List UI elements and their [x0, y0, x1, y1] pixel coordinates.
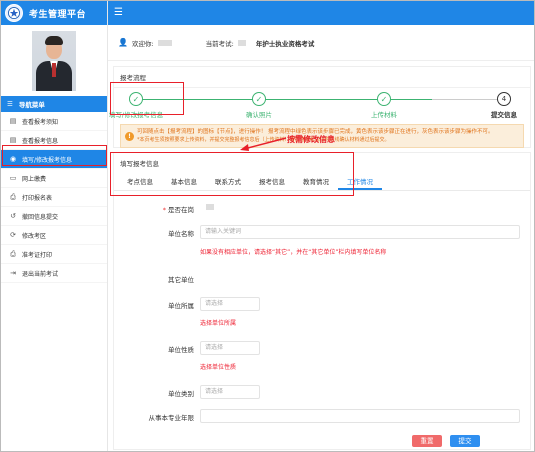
undo-icon: ↺ [10, 212, 16, 220]
unit-belong-hint: 选择单位所属 [200, 320, 237, 327]
avatar [32, 30, 76, 91]
unit-name-label: 单位名称 [168, 230, 194, 238]
unit-name-input[interactable]: 请输入关键词 [200, 225, 520, 239]
menu-toggle-icon[interactable]: ☰ [114, 7, 123, 18]
highlight-form-tabs [110, 152, 354, 196]
nav-menu-title: 导航菜单 [18, 101, 45, 109]
exit-icon: ⇥ [10, 269, 16, 277]
nav-menu-header: ☰ 导航菜单 [1, 96, 107, 112]
sidebar-item-label: 修改考区 [22, 232, 47, 240]
brand-bar: 考生管理平台 [1, 1, 107, 25]
sidebar-item-payment[interactable]: ▭ 网上缴费 [1, 169, 107, 188]
payment-icon: ▭ [9, 174, 17, 182]
sidebar-item-print-form[interactable]: ⎙ 打印报名表 [1, 188, 107, 207]
sidebar-item-label: 查看报考信息 [22, 137, 59, 145]
emblem-icon [5, 4, 23, 22]
years-label: 从事本专业年限 [148, 414, 195, 422]
warning-icon: ! [125, 132, 134, 141]
sidebar-item-print-ticket[interactable]: ⎙ 准考证打印 [1, 245, 107, 264]
current-exam-label: 当前考试: [205, 39, 234, 48]
printer-icon: ⎙ [10, 249, 16, 258]
form-card: 填写报考信息 考点信息 基本信息 联系方式 报考信息 教育情况 工作情况 * 是否… [113, 152, 531, 450]
unit-type-select[interactable]: 请选择 [200, 385, 260, 399]
exam-year-redacted [237, 39, 246, 46]
step-4[interactable]: 4 提交信息 [469, 92, 535, 119]
unit-name-hint: 如果没有相应单位，请选择“其它”，并在“其它单位”栏内填写单位名称 [200, 249, 387, 256]
sidebar-item-label: 查看报考须知 [22, 118, 59, 126]
username-redacted [157, 39, 172, 46]
sidebar-item-label: 打印报名表 [22, 194, 53, 202]
step-2[interactable]: ✓ 确认照片 [224, 92, 294, 119]
highlight-sidebar-item [2, 145, 107, 166]
unit-type-label: 单位类别 [168, 390, 194, 398]
check-icon: ✓ [377, 92, 391, 106]
sidebar-item-label: 退出当前考试 [22, 270, 59, 278]
unit-nature-hint: 选择单位性质 [200, 364, 237, 371]
sidebar-item-view-notice[interactable]: ▤ 查看报考须知 [1, 112, 107, 131]
unit-nature-select[interactable]: 请选择 [200, 341, 260, 355]
sidebar: 考生管理平台 ☰ 导航菜单 ▤ 查看报考须知 ▤ 查看报考信息 ◉ 填写/修改报… [1, 1, 108, 451]
menu-icon: ☰ [7, 100, 13, 108]
sidebar-item-label: 准考证打印 [22, 251, 53, 259]
annotation-text: 按需修改信息 [287, 135, 335, 144]
sidebar-item-withdraw[interactable]: ↺ 撤回信息提交 [1, 207, 107, 226]
check-icon: ✓ [252, 92, 266, 106]
on-duty-value-redacted[interactable] [206, 204, 214, 210]
welcome-label: 欢迎你: [131, 39, 154, 48]
step-3[interactable]: ✓ 上传材料 [349, 92, 419, 119]
document-icon: ▤ [9, 117, 17, 125]
app-title: 考生管理平台 [29, 9, 87, 20]
highlight-step-1 [110, 82, 184, 115]
submit-button[interactable]: 提交 [450, 435, 480, 447]
step-label: 上传材料 [371, 111, 397, 119]
welcome-bar: 👤 欢迎你: 当前考试: 年护士执业资格考试 [108, 25, 534, 61]
document-icon: ▤ [9, 136, 17, 144]
reset-button[interactable]: 重置 [412, 435, 442, 447]
arrow-icon [240, 137, 287, 151]
years-input[interactable] [200, 409, 520, 423]
avatar-area [1, 25, 107, 96]
step-label: 确认照片 [246, 111, 272, 119]
refresh-icon: ⟳ [10, 231, 16, 239]
user-icon: 👤 [118, 38, 128, 47]
printer-icon: ⎙ [10, 192, 16, 201]
sidebar-item-label: 撤回信息提交 [22, 213, 59, 221]
on-duty-label: * 是否在岗 [162, 206, 194, 214]
unit-belong-label: 单位所属 [168, 302, 194, 310]
top-bar: ☰ [108, 1, 534, 25]
step-label: 提交信息 [491, 111, 517, 119]
unit-nature-label: 单位性质 [168, 346, 194, 354]
step-number: 4 [497, 92, 511, 106]
sidebar-item-change-area[interactable]: ⟳ 修改考区 [1, 226, 107, 245]
other-unit-label: 其它单位 [168, 276, 194, 284]
sidebar-item-label: 网上缴费 [22, 175, 47, 183]
sidebar-item-exit-exam[interactable]: ⇥ 退出当前考试 [1, 264, 107, 283]
current-exam: 年护士执业资格考试 [255, 39, 315, 48]
unit-belong-select[interactable]: 请选择 [200, 297, 260, 311]
